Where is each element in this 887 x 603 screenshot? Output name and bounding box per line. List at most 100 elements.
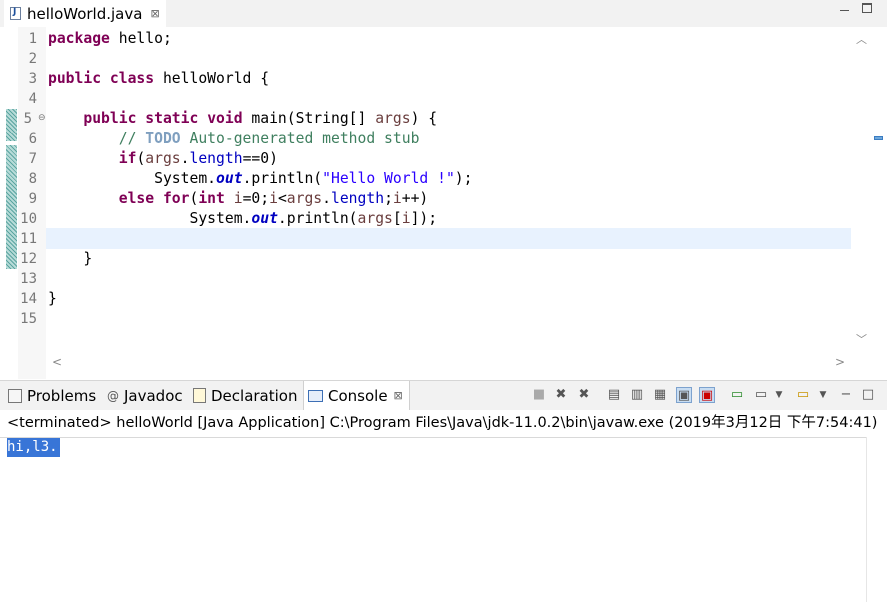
parameter: args [357,210,393,227]
code-text: ++) [401,190,429,207]
show-console-on-stderr-icon[interactable]: ▣ [699,387,715,403]
maximize-icon[interactable] [862,3,872,13]
tab-javadoc[interactable]: @ Javadoc [107,381,183,410]
open-console-icon[interactable]: ▭ [795,387,811,403]
parameter: args [145,150,181,167]
minimize-icon[interactable]: − [838,387,854,403]
line-number: 10 [20,211,37,227]
vertical-scrollbar[interactable]: ︿ ﹀ [851,27,871,357]
remove-launch-icon[interactable]: ✖ [553,387,569,403]
code-text: ( [136,150,146,167]
show-console-on-stdout-icon[interactable]: ▣ [676,387,692,403]
scroll-right-icon[interactable]: > [835,355,845,369]
line-number: 11 [20,231,37,247]
line-number: 2 [28,51,37,67]
code-text: ); [454,170,473,187]
close-tab-icon[interactable]: ⊠ [150,7,159,20]
code-text: =0; [242,190,270,207]
word-wrap-icon[interactable]: ▦ [652,387,668,403]
code-text-area[interactable]: package hello; public class helloWorld {… [46,27,851,357]
minimize-icon[interactable] [840,1,849,11]
code-text: ]); [410,210,438,227]
code-line-9: else for(int i=0;i<args.length;i++) [48,189,429,209]
editor-tab-helloworld[interactable]: helloWorld.java ⊠ [4,0,166,27]
console-vertical-scrollbar[interactable] [866,437,887,602]
horizontal-scrollbar[interactable]: < > [46,353,851,373]
console-icon [308,389,323,402]
line-number: 9 [28,191,37,207]
line-number: 15 [20,311,37,327]
change-marker [6,145,17,269]
keyword: static [145,110,199,127]
terminate-icon[interactable]: ■ [531,387,547,403]
chevron-down-icon[interactable]: ▼ [771,387,787,403]
remove-all-terminated-icon[interactable]: ✖ [576,387,592,403]
panel-tab-bar: Problems @ Javadoc Declaration Console ⊠… [0,381,887,410]
console-status-line: <terminated> helloWorld [Java Applicatio… [7,415,878,431]
static-field: out [216,170,243,187]
fold-collapse-icon[interactable]: ⊖ [38,113,46,123]
display-selected-console-icon[interactable]: ▭ [753,387,769,403]
line-number: 3 [28,71,37,87]
code-editor[interactable]: 1 2 3 4 5 ⊖ 6 7 8 9 10 11 12 13 14 15 pa… [0,27,887,379]
clear-console-icon[interactable]: ▤ [606,387,622,403]
code-text: . [180,150,190,167]
declaration-icon [193,388,206,403]
code-line-7: if(args.length==0) [48,149,278,169]
line-number: 7 [28,151,37,167]
console-output-area[interactable]: hi,l3. [0,437,866,603]
line-number: 8 [28,171,37,187]
code-text: hello; [109,30,172,47]
code-line-5: public static void main(String[] args) { [48,109,437,129]
code-text: . [322,190,331,207]
console-output-text[interactable]: hi,l3. [7,438,60,457]
keyword: if [118,150,137,167]
code-text: ; [384,190,393,207]
comment: Auto-generated method stub [180,130,420,147]
scroll-lock-icon[interactable]: ▥ [629,387,645,403]
scroll-left-icon[interactable]: < [52,355,62,369]
tab-console[interactable]: Console ⊠ [303,381,410,410]
line-number: 14 [20,291,37,307]
overview-ruler[interactable] [871,27,887,379]
keyword: public [83,110,137,127]
scroll-down-icon[interactable]: ﹀ [856,331,867,347]
tab-label: Console [328,386,388,405]
code-line-12: } [48,249,92,269]
tab-declaration[interactable]: Declaration [193,381,297,410]
code-text: [ [392,210,402,227]
code-line-1: package hello; [48,29,172,49]
java-file-icon [10,7,21,20]
code-text: ) { [410,110,438,127]
quick-diff-ruler [5,27,18,379]
code-text: main(String[] [242,110,376,127]
close-tab-icon[interactable]: ⊠ [394,389,403,402]
code-text: helloWorld { [154,70,270,87]
local-variable: i [233,190,243,207]
local-variable: i [401,210,411,227]
code-text: < [277,190,287,207]
chevron-down-icon[interactable]: ▼ [815,387,831,403]
editor-tab-label: helloWorld.java [27,4,143,23]
tab-problems[interactable]: Problems [8,381,96,410]
keyword: public [48,70,102,87]
code-text: System. [189,210,252,227]
line-number: 5 [23,111,32,127]
line-number: 6 [28,131,37,147]
line-number: 12 [20,251,37,267]
keyword: int [198,190,225,207]
static-field: out [251,210,278,227]
code-line-6: // TODO Auto-generated method stub [48,129,420,149]
maximize-icon[interactable]: □ [860,387,876,403]
code-text: System. [154,170,217,187]
change-marker [6,133,17,141]
scroll-up-icon[interactable]: ︿ [856,31,867,47]
code-line-14: } [48,289,57,309]
line-number-gutter: 1 2 3 4 5 ⊖ 6 7 8 9 10 11 12 13 14 15 [18,27,46,379]
keyword: class [109,70,155,87]
overview-annotation-marker[interactable] [874,136,883,140]
comment: // [118,130,146,147]
pin-console-icon[interactable]: ▭ [729,387,745,403]
tab-label: Declaration [211,386,298,405]
